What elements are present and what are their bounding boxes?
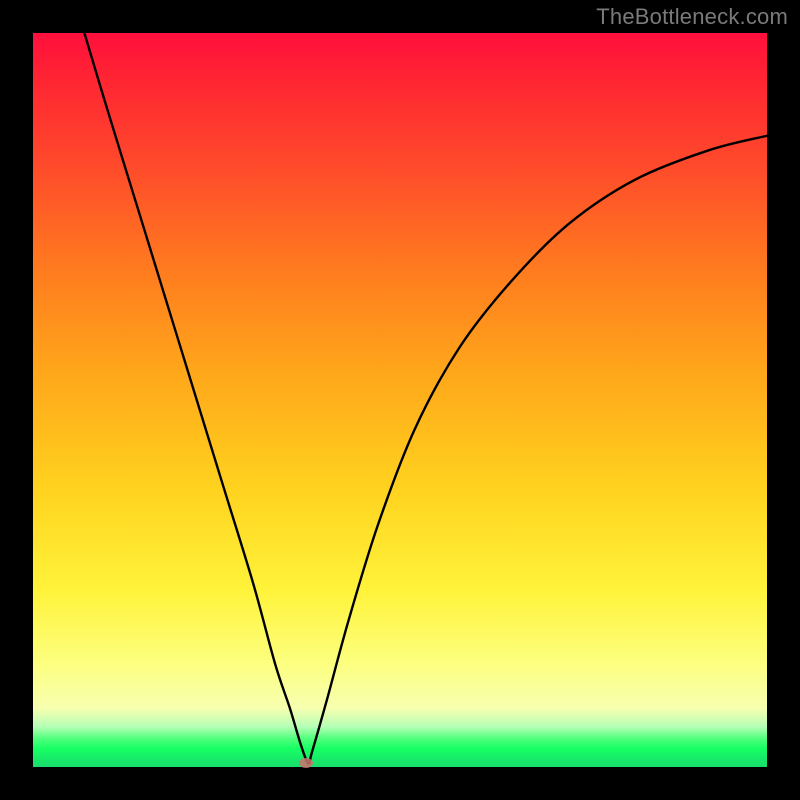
plot-area <box>33 33 767 767</box>
chart-frame: TheBottleneck.com <box>0 0 800 800</box>
watermark-text: TheBottleneck.com <box>596 4 788 30</box>
optimum-marker <box>299 758 313 768</box>
bottleneck-curve <box>33 33 767 767</box>
